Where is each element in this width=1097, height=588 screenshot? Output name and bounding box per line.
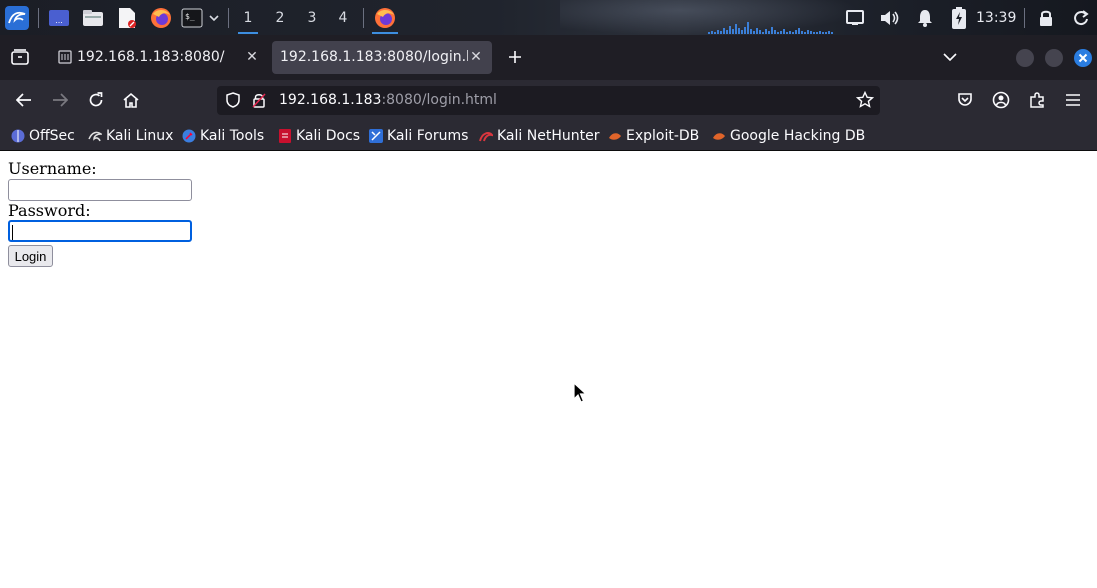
bookmark-star-icon[interactable] [855,90,875,109]
taskbar-separator [363,8,364,28]
clock[interactable]: 13:39 [976,0,1016,35]
kali-menu-icon[interactable] [2,0,32,35]
account-icon [992,91,1010,109]
arrow-left-icon [16,93,31,107]
url-host: 192.168.1.183 [279,92,382,108]
url-text[interactable]: 192.168.1.183:8080/login.html [279,92,497,108]
nethunter-icon [479,129,495,143]
ghdb-icon [712,129,726,143]
tab-title: 192.168.1.183:8080/login.htm [280,49,468,65]
bookmark-label: Kali Linux [106,128,174,144]
close-tab-icon[interactable]: ✕ [244,49,260,65]
minimize-window-button[interactable] [1016,49,1034,67]
taskbar-separator [1024,8,1025,28]
forward-button[interactable] [48,88,72,112]
bookmark-label: Kali NetHunter [497,128,600,144]
list-tabs-icon[interactable] [938,45,962,69]
tab-strip: 192.168.1.183:8080/ ✕ 192.168.1.183:8080… [0,35,1097,80]
page-icon [58,50,72,64]
bookmark-google-hacking-db[interactable]: Google Hacking DB [712,127,865,145]
address-bar[interactable]: 192.168.1.183:8080/login.html [217,86,880,115]
text-caret [12,225,13,240]
app-menu-button[interactable] [1061,88,1085,112]
password-label: Password: [8,201,91,220]
bookmark-kali-linux[interactable]: Kali Linux [88,127,173,145]
offsec-icon [11,129,25,143]
bookmark-exploit-db[interactable]: Exploit-DB [608,127,699,145]
username-label: Username: [8,159,97,178]
pocket-icon [958,93,972,106]
kali-forums-icon [369,129,383,143]
terminal-icon[interactable]: $_ [180,0,204,35]
chevron-down-icon[interactable] [206,0,222,35]
pocket-button[interactable] [953,88,977,112]
bookmark-kali-tools[interactable]: Kali Tools [182,127,264,145]
password-field[interactable] [8,220,192,242]
workspace-3[interactable]: 3 [298,0,326,35]
bookmark-kali-forums[interactable]: Kali Forums [369,127,468,145]
tab-title: 192.168.1.183:8080/ [77,49,225,65]
svg-text:...: ... [55,16,63,25]
back-button[interactable] [12,88,36,112]
url-path: :8080/login.html [381,92,497,108]
home-icon [123,92,139,108]
taskbar-separator [38,8,39,28]
bell-icon[interactable] [914,0,936,35]
home-button[interactable] [119,88,143,112]
mouse-cursor-icon [573,382,587,403]
close-icon [1078,53,1088,63]
display-icon[interactable] [844,0,866,35]
maximize-window-button[interactable] [1045,49,1063,67]
insecure-lock-icon[interactable] [251,92,267,108]
new-tab-icon[interactable] [503,45,527,69]
svg-text:$_: $_ [185,12,195,21]
bookmark-label: Kali Docs [296,128,361,144]
lock-icon[interactable] [1036,0,1056,35]
kali-docs-icon [278,129,292,143]
reload-icon [89,92,103,107]
login-button[interactable]: Login [8,245,53,267]
close-window-button[interactable] [1074,49,1092,67]
bookmark-label: Kali Tools [200,128,265,144]
tab-login[interactable]: 192.168.1.183:8080/login.htm ✕ [272,41,492,74]
bookmark-label: Kali Forums [387,128,469,144]
desktop-icon[interactable]: ... [46,0,72,35]
kali-dragon-icon [88,129,104,143]
tab-root[interactable]: 192.168.1.183:8080/ ✕ [48,41,268,74]
reload-button[interactable] [84,88,108,112]
account-button[interactable] [989,88,1013,112]
text-editor-icon[interactable] [114,0,140,35]
power-icon[interactable] [1070,0,1092,35]
arrow-right-icon [53,93,68,107]
exploitdb-icon [608,129,622,143]
workspace-2[interactable]: 2 [266,0,294,35]
bookmark-label: Exploit-DB [626,128,700,144]
username-field[interactable] [8,179,192,201]
battery-icon[interactable] [949,0,969,35]
firefox-view-icon[interactable] [8,45,32,69]
shield-icon[interactable] [225,92,241,108]
kali-tools-icon [182,129,196,143]
bookmarks-toolbar: OffSec Kali Linux Kali Tools Kali Docs K… [0,120,1097,151]
bookmark-label: Google Hacking DB [730,128,866,144]
bookmark-offsec[interactable]: OffSec [11,127,75,145]
taskbar-separator [228,8,229,28]
system-taskbar: ... $_ 1 2 3 4 13:39 [0,0,1097,35]
workspace-1[interactable]: 1 [234,0,262,35]
web-page: Username: Password: Login [0,152,1097,588]
bookmark-kali-nethunter[interactable]: Kali NetHunter [479,127,599,145]
file-manager-icon[interactable] [80,0,106,35]
firefox-icon[interactable] [148,0,174,35]
firefox-window-icon[interactable] [370,0,400,35]
extensions-button[interactable] [1025,88,1049,112]
bookmark-label: OffSec [29,128,75,144]
volume-icon[interactable] [879,0,901,35]
puzzle-icon [1030,92,1044,108]
hamburger-menu-icon [1066,94,1080,106]
audio-visualizer [708,18,836,34]
bookmark-kali-docs[interactable]: Kali Docs [278,127,360,145]
close-tab-icon[interactable]: ✕ [468,49,484,65]
workspace-4[interactable]: 4 [329,0,357,35]
